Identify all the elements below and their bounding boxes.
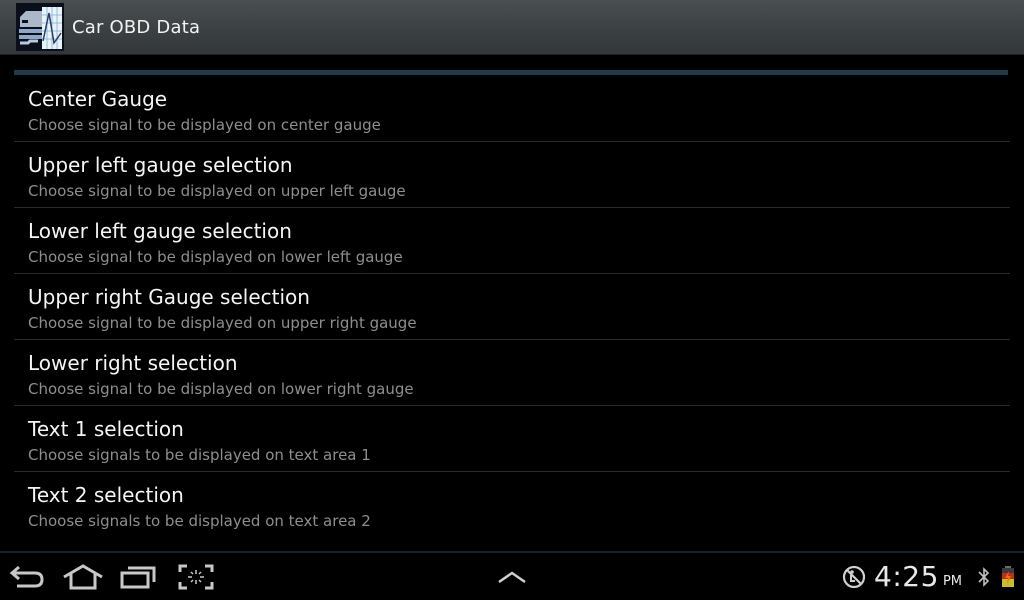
battery-charging-icon	[1002, 565, 1014, 587]
pref-title: Lower right selection	[28, 351, 238, 375]
pref-title: Upper left gauge selection	[28, 153, 293, 177]
screenshot-button[interactable]	[176, 563, 216, 591]
clock-ampm: PM	[942, 574, 962, 589]
pref-summary: Choose signal to be displayed on lower r…	[28, 380, 414, 398]
screenshot-icon	[178, 564, 214, 590]
debug-usb-icon	[842, 565, 866, 588]
pref-summary: Choose signal to be displayed on center …	[28, 116, 381, 134]
pref-lower-right-gauge[interactable]: Lower right selection Choose signal to b…	[14, 340, 1010, 406]
preferences-screen: Center Gauge Choose signal to be display…	[0, 55, 1024, 551]
pref-summary: Choose signals to be displayed on text a…	[28, 512, 371, 530]
system-bar: 4:25 PM	[0, 551, 1024, 600]
menu-up-button[interactable]	[494, 563, 530, 591]
car-obd-app-icon[interactable]	[16, 3, 64, 51]
back-button[interactable]	[8, 563, 46, 591]
pref-title: Center Gauge	[28, 87, 168, 111]
pref-upper-right-gauge[interactable]: Upper right Gauge selection Choose signa…	[14, 274, 1010, 340]
pref-lower-left-gauge[interactable]: Lower left gauge selection Choose signal…	[14, 208, 1010, 274]
pref-title: Upper right Gauge selection	[28, 285, 310, 309]
status-area[interactable]: 4:25 PM	[842, 553, 1024, 600]
pref-center-gauge[interactable]: Center Gauge Choose signal to be display…	[14, 76, 1010, 142]
pref-text-1[interactable]: Text 1 selection Choose signals to be di…	[14, 406, 1010, 472]
pref-summary: Choose signal to be displayed on lower l…	[28, 248, 403, 266]
pref-text-2[interactable]: Text 2 selection Choose signals to be di…	[14, 472, 1010, 538]
pref-summary: Choose signal to be displayed on upper l…	[28, 182, 406, 200]
pref-title: Text 2 selection	[28, 483, 184, 507]
pref-summary: Choose signals to be displayed on text a…	[28, 446, 371, 464]
home-icon	[63, 564, 103, 590]
pref-upper-left-gauge[interactable]: Upper left gauge selection Choose signal…	[14, 142, 1010, 208]
action-bar: Car OBD Data	[0, 0, 1024, 55]
bluetooth-icon	[978, 566, 990, 587]
pref-title: Text 1 selection	[28, 417, 184, 441]
preference-list: Center Gauge Choose signal to be display…	[14, 76, 1010, 538]
home-button[interactable]	[60, 563, 106, 591]
app-title: Car OBD Data	[72, 16, 201, 38]
pref-summary: Choose signal to be displayed on upper r…	[28, 314, 417, 332]
clock-time: 4:25	[874, 560, 939, 593]
menu-up-icon	[498, 571, 526, 584]
pref-title: Lower left gauge selection	[28, 219, 292, 243]
recent-apps-icon	[120, 566, 156, 589]
list-header-divider	[14, 70, 1008, 75]
recent-apps-button[interactable]	[118, 563, 158, 591]
back-icon	[9, 565, 44, 588]
